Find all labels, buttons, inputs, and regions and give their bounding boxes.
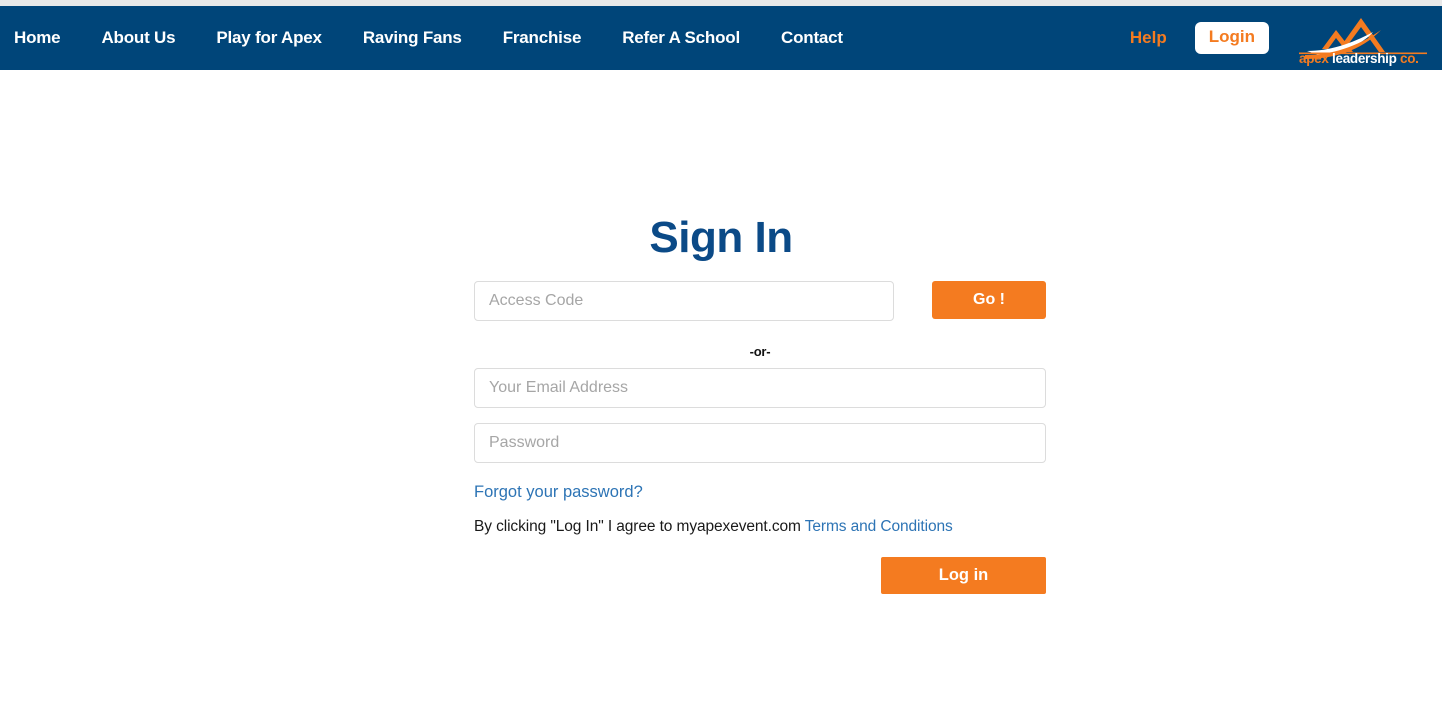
- nav-item-refer-a-school[interactable]: Refer A School: [622, 28, 740, 48]
- primary-nav: Home About Us Play for Apex Raving Fans …: [14, 28, 843, 48]
- nav-item-contact[interactable]: Contact: [781, 28, 843, 48]
- submit-row: Log in: [474, 557, 1046, 594]
- nav-item-raving-fans[interactable]: Raving Fans: [363, 28, 462, 48]
- nav-item-franchise[interactable]: Franchise: [503, 28, 582, 48]
- password-input[interactable]: [474, 423, 1046, 463]
- email-input[interactable]: [474, 368, 1046, 408]
- log-in-submit-button[interactable]: Log in: [881, 557, 1046, 594]
- signin-form: Go ! -or- Forgot your password? By click…: [474, 281, 1046, 594]
- apex-leadership-logo[interactable]: apex leadership co.: [1299, 10, 1427, 66]
- help-link[interactable]: Help: [1130, 28, 1167, 48]
- forgot-password-row: Forgot your password?: [474, 463, 1046, 502]
- terms-and-conditions-link[interactable]: Terms and Conditions: [805, 518, 953, 535]
- nav-item-play-for-apex[interactable]: Play for Apex: [216, 28, 322, 48]
- terms-agreement-text: By clicking "Log In" I agree to myapexev…: [474, 518, 1046, 536]
- nav-item-about-us[interactable]: About Us: [101, 28, 175, 48]
- access-code-input[interactable]: [474, 281, 894, 321]
- logo-wordmark: apex leadership co.: [1299, 51, 1427, 66]
- page-title: Sign In: [649, 213, 793, 262]
- logo-word-co: co.: [1400, 51, 1419, 66]
- terms-prefix-text: By clicking "Log In" I agree to myapexev…: [474, 518, 805, 535]
- access-code-row: Go !: [474, 281, 1046, 321]
- forgot-password-link[interactable]: Forgot your password?: [474, 483, 643, 502]
- login-button[interactable]: Login: [1194, 22, 1269, 54]
- nav-actions: Help Login apex leadership co.: [1130, 6, 1442, 70]
- logo-word-apex: apex: [1299, 51, 1333, 66]
- logo-word-leadership: leadership: [1332, 51, 1401, 66]
- go-button[interactable]: Go !: [932, 281, 1046, 319]
- main-navbar: Home About Us Play for Apex Raving Fans …: [0, 6, 1442, 70]
- nav-item-home[interactable]: Home: [14, 28, 61, 48]
- or-separator: -or-: [749, 344, 771, 359]
